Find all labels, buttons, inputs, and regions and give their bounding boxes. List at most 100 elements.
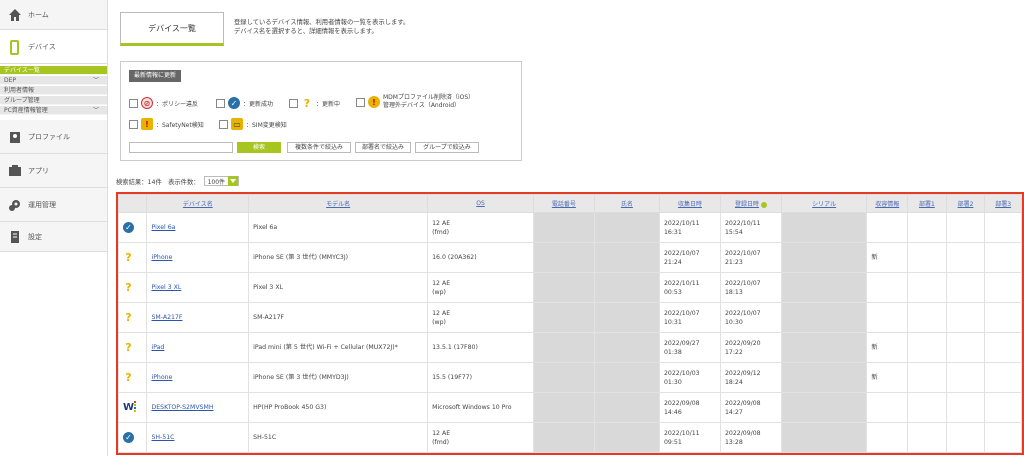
device-name-link[interactable]: Pixel 6a (151, 224, 175, 231)
question-icon: ? (125, 340, 132, 354)
submenu-device-list[interactable]: デバイス一覧 (0, 66, 107, 75)
policy-filter[interactable]: ⊘ ：ポリシー違反 (129, 97, 198, 109)
column-header[interactable]: 部署3 (984, 194, 1022, 213)
owner-name-cell (593, 302, 660, 333)
column-header[interactable]: シリアル (780, 194, 868, 213)
safetynet-checkbox[interactable] (129, 119, 138, 129)
collected-at-cell: 2022/10/11 00:53 (658, 272, 721, 303)
safetynet-filter[interactable]: ! ：SafetyNet検知 (129, 118, 204, 130)
table-row[interactable]: W DESKTOP-S2MVSMH HP(HP ProBook 450 G3) Mic… (117, 392, 1022, 423)
registered-at-cell: 2022/09/08 13:28 (719, 422, 782, 453)
device-table: デバイス名 モデル名 OS 電話番号 氏名 収集日時 登録日時 シリアル 収容情報 部署1 部署2 部… (117, 194, 1022, 453)
submenu-pc-assets[interactable]: PC資産情報管理 ﹀ (0, 106, 107, 115)
serial-cell (780, 392, 868, 423)
search-button[interactable]: 検索 (237, 142, 281, 153)
mdm-checkbox[interactable] (356, 97, 365, 107)
column-header[interactable]: 収集日時 (658, 194, 721, 213)
status-cell: ? (117, 302, 148, 333)
nav-profile[interactable]: プロファイル (0, 120, 107, 154)
dept1-cell (907, 392, 947, 423)
group-filter-button[interactable]: グループで絞込み (415, 142, 479, 153)
column-header[interactable]: 部署2 (945, 194, 986, 213)
status-cell: W (117, 392, 148, 423)
nav-home[interactable]: ホーム (0, 0, 107, 30)
registered-at-cell: 2022/10/11 15:54 (719, 212, 782, 243)
collected-at-cell: 2022/09/27 01:38 (658, 332, 721, 363)
nav-app[interactable]: アプリ (0, 154, 107, 188)
device-name-link[interactable]: iPhone (151, 254, 172, 261)
nav-ops[interactable]: 運用管理 (0, 188, 107, 222)
device-name-link[interactable]: iPhone (151, 374, 172, 381)
owner-name-cell (593, 362, 660, 393)
serial-cell (780, 212, 868, 243)
submenu-group[interactable]: グループ管理 (0, 96, 107, 105)
search-input[interactable] (129, 142, 233, 153)
phone-cell (532, 332, 595, 363)
dept3-cell (984, 362, 1022, 393)
check-icon: ✓ (123, 432, 134, 443)
smartphone-icon (8, 39, 22, 55)
dept-filter-button[interactable]: 部署名で絞込み (355, 142, 411, 153)
capacity-cell (866, 272, 909, 303)
question-icon: ? (125, 250, 132, 264)
collected-at-cell: 2022/10/11 09:51 (658, 422, 721, 453)
table-row[interactable]: ✓ SH-51C SH-51C 12 AE (fmd) 2022/10/11 09:51 20… (117, 422, 1022, 453)
per-page-select[interactable]: 100件 (203, 176, 240, 186)
phone-cell (532, 242, 595, 273)
submenu-user-info[interactable]: 利用者情報 (0, 86, 107, 95)
column-header[interactable]: 登録日時 (719, 194, 782, 213)
owner-name-cell (593, 242, 660, 273)
nav-settings[interactable]: 設定 (0, 222, 107, 252)
status-cell: ✓ (117, 422, 148, 453)
nav-device[interactable]: デバイス (0, 30, 107, 64)
device-name-link[interactable]: SH-51C (151, 434, 174, 441)
device-name-link[interactable]: Pixel 3 XL (151, 284, 181, 291)
table-row[interactable]: ? iPhone iPhone SE (第 3 世代) (MMYD3J) 15.5 (… (117, 362, 1022, 393)
multi-filter-button[interactable]: 複数条件で絞込み (287, 142, 351, 153)
dept2-cell (945, 212, 986, 243)
device-name-link[interactable]: iPad (151, 344, 164, 351)
success-checkbox[interactable] (216, 98, 225, 108)
updating-filter[interactable]: ? ：更新中 (289, 96, 340, 110)
table-body: ✓ Pixel 6a Pixel 6a 12 AE (fmd) 2022/10/11 16:… (117, 212, 1022, 453)
dept1-cell (907, 422, 947, 453)
os-cell: Microsoft Windows 10 Pro (427, 392, 534, 423)
phone-cell (532, 422, 595, 453)
table-row[interactable]: ? SM-A217F SM-A217F 12 AE (wp) 2022/10/07 10:3… (117, 302, 1022, 333)
column-header[interactable]: OS (427, 194, 534, 213)
status-cell: ? (117, 242, 148, 273)
table-row[interactable]: ? Pixel 3 XL Pixel 3 XL 12 AE (wp) 2022/10/11… (117, 272, 1022, 303)
submenu-dep[interactable]: DEP ﹀ (0, 76, 107, 85)
refresh-button[interactable]: 最新情報に更新 (129, 70, 182, 82)
updating-checkbox[interactable] (289, 98, 298, 108)
registered-at-cell: 2022/10/07 18:13 (719, 272, 782, 303)
sim-filter[interactable]: ▭ ：SIM変更検知 (219, 118, 287, 130)
question-icon: ? (125, 370, 132, 384)
question-icon: ? (303, 96, 311, 110)
home-icon (8, 8, 22, 22)
dept2-cell (945, 362, 986, 393)
table-row[interactable]: ✓ Pixel 6a Pixel 6a 12 AE (fmd) 2022/10/11 16:… (117, 212, 1022, 243)
gear-icon (8, 198, 22, 212)
column-header[interactable]: デバイス名 (146, 194, 250, 213)
device-name-cell: Pixel 6a (146, 212, 250, 243)
device-name-link[interactable]: DESKTOP-S2MVSMH (151, 404, 213, 411)
device-name-link[interactable]: SM-A217F (151, 314, 182, 321)
column-header[interactable]: 氏名 (593, 194, 660, 213)
mdm-filter[interactable]: ! MDMプロファイル削除済（iOS） 管理外デバイス（Android） (356, 94, 474, 110)
sim-checkbox[interactable] (219, 119, 228, 129)
phone-cell (532, 392, 595, 423)
column-header[interactable]: モデル名 (248, 194, 429, 213)
nav-app-label: アプリ (28, 166, 49, 175)
os-cell: 12 AE (fmd) (427, 422, 534, 453)
column-header[interactable]: 部署1 (907, 194, 947, 213)
dept2-cell (945, 302, 986, 333)
column-header[interactable]: 電話番号 (532, 194, 595, 213)
column-header[interactable]: 収容情報 (866, 194, 909, 213)
table-row[interactable]: ? iPad iPad mini (第 5 世代) Wi-Fi + Cellular… (117, 332, 1022, 363)
registered-at-cell: 2022/10/07 10:30 (719, 302, 782, 333)
table-row[interactable]: ? iPhone iPhone SE (第 3 世代) (MMYC3J) 16.0 (… (117, 242, 1022, 273)
collected-at-cell: 2022/10/07 10:31 (658, 302, 721, 333)
success-filter[interactable]: ✓ ：更新成功 (216, 97, 273, 109)
policy-checkbox[interactable] (129, 98, 138, 108)
